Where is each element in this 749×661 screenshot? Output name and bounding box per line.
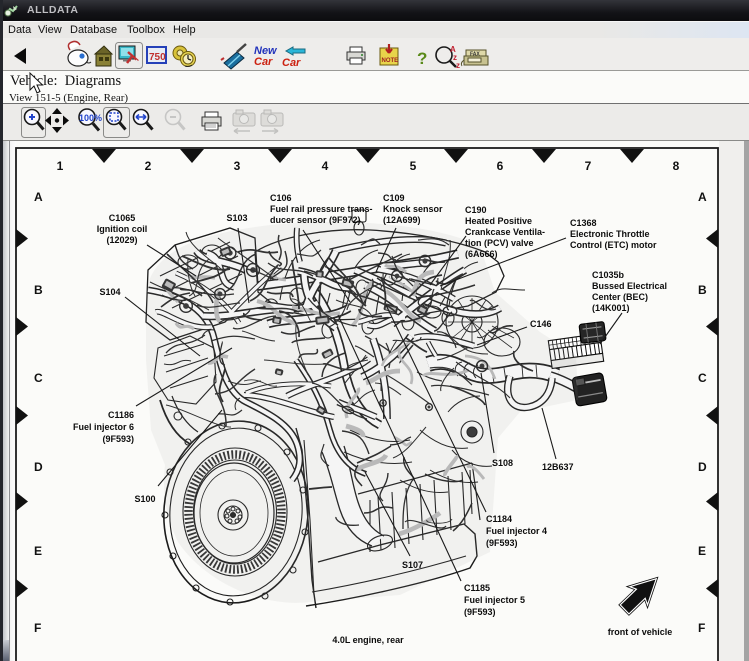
svg-text:A: A xyxy=(34,190,43,204)
svg-text:B: B xyxy=(698,283,707,297)
svg-text:B: B xyxy=(34,283,43,297)
svg-text:S108: S108 xyxy=(492,458,513,468)
svg-text:C: C xyxy=(34,371,43,385)
svg-text:3: 3 xyxy=(234,159,241,173)
svg-text:Fuel injector 6: Fuel injector 6 xyxy=(73,422,134,432)
svg-text:Knock sensor: Knock sensor xyxy=(383,204,443,214)
svg-text:5: 5 xyxy=(410,159,417,173)
svg-text:(6A666): (6A666) xyxy=(465,249,498,259)
svg-text:Fuel injector 4: Fuel injector 4 xyxy=(486,526,547,536)
svg-text:Bussed Electrical: Bussed Electrical xyxy=(592,281,667,291)
svg-text:C106: C106 xyxy=(270,193,292,203)
svg-text:C: C xyxy=(698,371,707,385)
svg-text:F: F xyxy=(698,621,705,635)
svg-text:1: 1 xyxy=(57,159,64,173)
svg-text:S103: S103 xyxy=(226,213,247,223)
svg-text:C1186: C1186 xyxy=(108,410,134,420)
svg-text:C1065: C1065 xyxy=(109,213,136,223)
svg-text:C109: C109 xyxy=(383,193,405,203)
svg-text:Ignition coil: Ignition coil xyxy=(97,224,148,234)
svg-text:(9F593): (9F593) xyxy=(102,434,134,444)
svg-text:C1035b: C1035b xyxy=(592,270,625,280)
svg-text:C1184: C1184 xyxy=(486,514,512,524)
svg-text:8: 8 xyxy=(673,159,680,173)
svg-text:C190: C190 xyxy=(465,205,487,215)
svg-text:Heated Positive: Heated Positive xyxy=(465,216,532,226)
svg-text:Electronic Throttle: Electronic Throttle xyxy=(570,229,650,239)
svg-text:4.0L engine, rear: 4.0L engine, rear xyxy=(332,635,404,645)
svg-text:C1185: C1185 xyxy=(464,583,490,593)
svg-text:(9F593): (9F593) xyxy=(464,607,496,617)
svg-text:S100: S100 xyxy=(134,494,155,504)
svg-text:(14K001): (14K001) xyxy=(592,303,630,313)
svg-text:Fuel injector 5: Fuel injector 5 xyxy=(464,595,525,605)
svg-text:4: 4 xyxy=(322,159,329,173)
svg-text:E: E xyxy=(698,544,706,558)
svg-text:Center (BEC): Center (BEC) xyxy=(592,292,648,302)
svg-text:F: F xyxy=(34,621,41,635)
svg-text:2: 2 xyxy=(145,159,152,173)
svg-text:C1368: C1368 xyxy=(570,218,597,228)
svg-text:S104: S104 xyxy=(99,287,120,297)
svg-text:E: E xyxy=(34,544,42,558)
svg-text:(12029): (12029) xyxy=(106,235,137,245)
svg-text:D: D xyxy=(698,460,707,474)
svg-text:tion (PCV) valve: tion (PCV) valve xyxy=(465,238,534,248)
svg-text:7: 7 xyxy=(585,159,592,173)
svg-text:(9F593): (9F593) xyxy=(486,538,518,548)
svg-text:Crankcase Ventila-: Crankcase Ventila- xyxy=(465,227,545,237)
svg-text:A: A xyxy=(698,190,707,204)
svg-text:front of vehicle: front of vehicle xyxy=(608,627,673,637)
svg-text:12B637: 12B637 xyxy=(542,462,574,472)
svg-text:(12A699): (12A699) xyxy=(383,215,421,225)
svg-text:D: D xyxy=(34,460,43,474)
svg-text:S107: S107 xyxy=(402,560,423,570)
svg-text:6: 6 xyxy=(497,159,504,173)
svg-text:C146: C146 xyxy=(530,319,552,329)
svg-text:Control (ETC) motor: Control (ETC) motor xyxy=(570,240,657,250)
svg-text:ducer sensor (9F972): ducer sensor (9F972) xyxy=(270,215,361,225)
svg-text:Fuel rail pressure trans-: Fuel rail pressure trans- xyxy=(270,204,373,214)
